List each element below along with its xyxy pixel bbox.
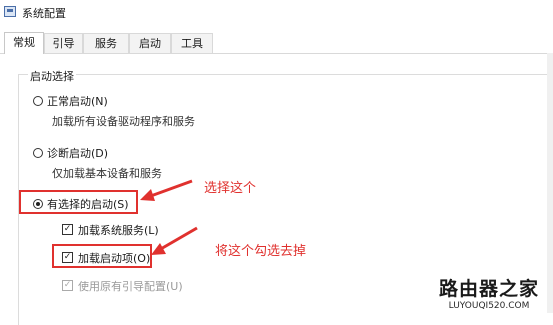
diagnostic-startup-radio[interactable] <box>33 148 43 158</box>
tab-services[interactable]: 服务 <box>83 33 129 53</box>
annotation-select-this: 选择这个 <box>204 181 257 196</box>
diagnostic-startup-description: 仅加载基本设备和服务 <box>52 167 162 180</box>
normal-startup-radio[interactable] <box>33 96 43 106</box>
use-original-boot-config-checkbox: ✓ <box>62 280 73 291</box>
app-icon <box>4 6 16 17</box>
tab-tools[interactable]: 工具 <box>171 33 213 53</box>
title-bar: 系统配置 <box>0 0 553 26</box>
use-original-boot-config-label: 使用原有引导配置(U) <box>78 280 183 293</box>
load-system-services-label[interactable]: 加载系统服务(L) <box>78 222 159 238</box>
annotation-uncheck-this: 将这个勾选去掉 <box>215 244 307 259</box>
diagnostic-startup-label[interactable]: 诊断启动(D) <box>47 145 108 161</box>
tab-boot[interactable]: 引导 <box>44 33 83 53</box>
watermark-url: LUYOUQI520.COM <box>448 301 530 311</box>
normal-startup-description: 加载所有设备驱动程序和服务 <box>52 115 195 128</box>
tab-bar: 常规 引导 服务 启动 工具 <box>0 32 553 54</box>
watermark-name: 路由器之家 <box>438 278 539 300</box>
load-startup-items-highlight <box>52 244 152 268</box>
tab-startup[interactable]: 启动 <box>129 33 171 53</box>
load-system-services-checkbox[interactable]: ✓ <box>62 224 73 235</box>
watermark-logo: 路由器之家 LUYOUQI520.COM <box>429 274 549 311</box>
startup-selection-label: 启动选择 <box>28 68 76 84</box>
window-title: 系统配置 <box>22 7 66 20</box>
selective-startup-highlight <box>19 190 138 214</box>
normal-startup-label[interactable]: 正常启动(N) <box>47 93 108 109</box>
tab-general[interactable]: 常规 <box>4 32 44 54</box>
